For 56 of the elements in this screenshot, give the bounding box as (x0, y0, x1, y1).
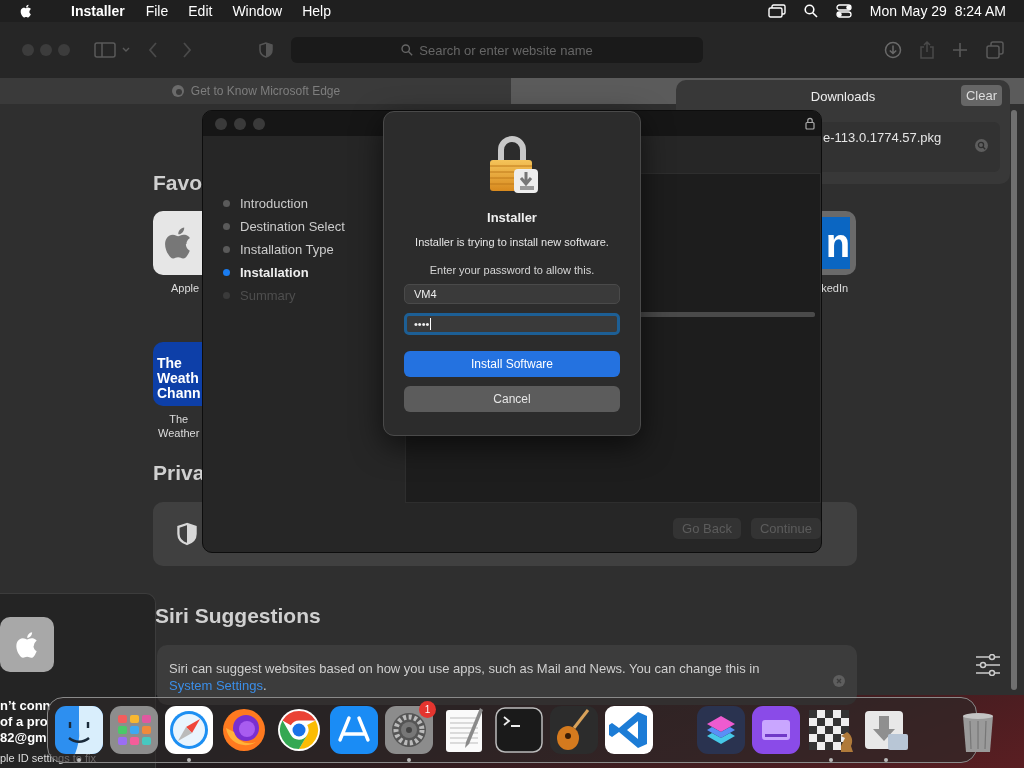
favorite-tile[interactable]: The Weath Chann (153, 342, 202, 406)
step-label: Installation (240, 265, 309, 280)
guitar-icon[interactable] (550, 706, 598, 754)
section-heading: Siri Suggestions (155, 604, 321, 628)
favorite-label: The Weather (157, 412, 200, 440)
favorite-label: kedIn (821, 281, 850, 295)
a-shape-icon[interactable] (330, 706, 378, 754)
apple-menu-icon[interactable] (19, 3, 33, 19)
dialog-title: Installer (487, 210, 537, 225)
dialog-message: Installer is trying to install new software. (415, 236, 609, 248)
download-icon[interactable] (884, 41, 902, 59)
notification-text: 82@gm (0, 730, 48, 746)
step-label: Destination Select (240, 219, 345, 234)
section-heading: Favo (153, 171, 202, 195)
settings-icon[interactable] (975, 654, 1001, 676)
notification-text: n’t conn (0, 698, 52, 714)
terminal-icon[interactable] (495, 706, 543, 754)
popover-title: Downloads (810, 88, 876, 104)
shield-icon (177, 522, 197, 546)
swirl-icon (170, 84, 185, 98)
scroll-bar[interactable] (1011, 110, 1017, 690)
screens-icon[interactable] (767, 4, 786, 18)
layers-icon[interactable] (697, 706, 745, 754)
favorite-tile[interactable]: n (821, 211, 857, 275)
search-icon (401, 44, 414, 56)
step-label: Introduction (240, 196, 308, 211)
download-item[interactable]: e-113.0.1774.57.pkg (822, 122, 1000, 172)
file-name: e-113.0.1774.57.pkg (823, 130, 942, 145)
drive-icon[interactable] (752, 706, 800, 754)
section-heading: Priva (153, 461, 205, 485)
install-button[interactable]: Install Software (404, 351, 620, 377)
gear-icon[interactable] (385, 706, 433, 754)
search-icon[interactable] (803, 4, 818, 18)
username-field[interactable]: VM4 (404, 284, 620, 304)
cancel-button[interactable]: Cancel (404, 386, 620, 412)
menu-item[interactable]: Edit (178, 3, 223, 19)
toggles-icon[interactable] (835, 4, 852, 18)
compass-icon[interactable] (165, 706, 213, 754)
menu-bar-clock: Mon May 29 8:24 AM (869, 3, 1006, 19)
grid-icon[interactable] (110, 706, 158, 754)
ribbon-icon[interactable] (605, 706, 653, 754)
menu-item[interactable]: Help (292, 3, 341, 19)
menu-item[interactable]: Window (222, 3, 293, 19)
clear-button[interactable]: Clear (960, 85, 1002, 106)
dialog-message: Enter your password to allow this. (429, 264, 595, 276)
favorite-tile[interactable] (153, 211, 202, 275)
password-field[interactable]: •••• (404, 313, 620, 335)
step-label: Installation Type (240, 242, 334, 257)
notification-text: of a pro (0, 714, 49, 730)
split-square-icon[interactable] (55, 706, 103, 754)
app-menu[interactable]: Installer (71, 3, 125, 19)
circle-segments-icon[interactable] (275, 706, 323, 754)
lock-icon (805, 117, 815, 130)
favorite-label: Apple (170, 281, 200, 295)
globe-icon[interactable] (220, 706, 268, 754)
menu-item[interactable]: File (135, 3, 179, 19)
